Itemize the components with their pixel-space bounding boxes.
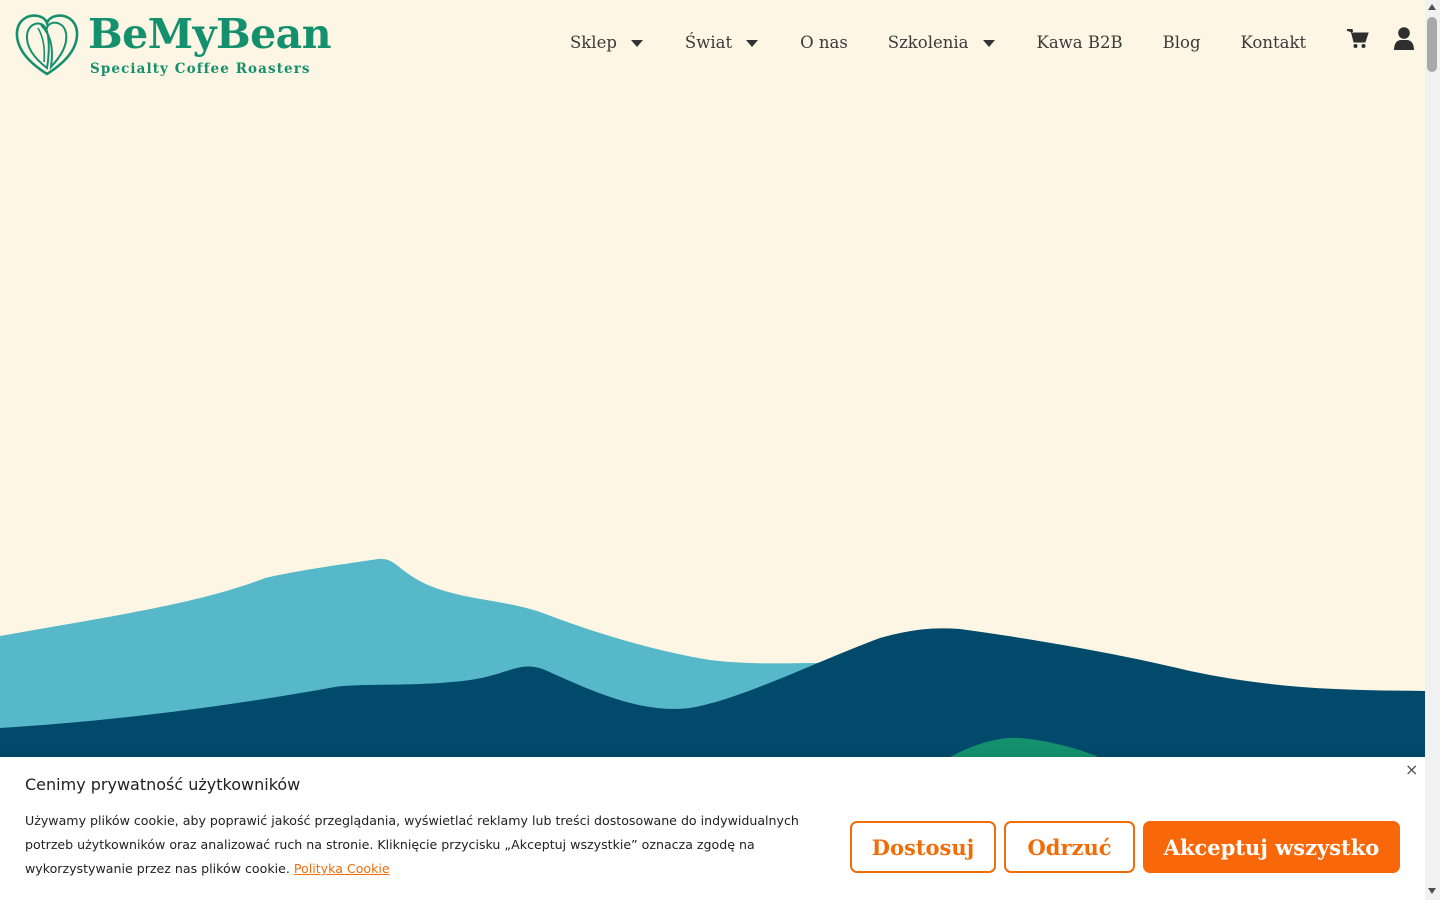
caret-down-icon (982, 40, 995, 47)
scrollbar-thumb[interactable] (1427, 17, 1437, 72)
logo-link[interactable]: BeMyBean Specialty Coffee Roasters (14, 10, 332, 78)
logo-text: BeMyBean Specialty Coffee Roasters (88, 10, 332, 77)
nav-item-szkolenia[interactable]: Szkolenia (888, 33, 995, 52)
nav-item-label: Szkolenia (887, 33, 969, 52)
close-icon[interactable]: × (1405, 760, 1418, 779)
nav-item-label: O nas (800, 33, 848, 52)
scroll-down-arrow-icon[interactable] (1428, 888, 1436, 894)
caret-down-icon (630, 40, 643, 47)
scroll-up-arrow-icon[interactable] (1428, 4, 1436, 10)
nav-item-label: Blog (1162, 33, 1201, 52)
customize-button[interactable]: Dostosuj (850, 821, 996, 873)
cookie-description: Używamy plików cookie, aby poprawić jako… (25, 809, 825, 881)
cookie-title: Cenimy prywatność użytkowników (25, 775, 301, 794)
cart-button[interactable] (1346, 27, 1370, 51)
nav-item-o-nas[interactable]: O nas (800, 33, 848, 52)
nav-item-label: Sklep (570, 33, 617, 52)
cookie-banner: Cenimy prywatność użytkowników Używamy p… (0, 757, 1425, 900)
nav-item-blog[interactable]: Blog (1163, 33, 1201, 52)
coffee-bean-logo-icon (15, 14, 79, 76)
account-button[interactable] (1392, 26, 1416, 51)
user-icon (1394, 26, 1415, 50)
brand-tagline: Specialty Coffee Roasters (90, 61, 311, 77)
nav-item-label: Świat (684, 33, 733, 52)
nav-item-label: Kontakt (1240, 33, 1307, 52)
nav-item-sklep[interactable]: Sklep (570, 33, 643, 52)
page-scrollbar[interactable] (1425, 0, 1440, 900)
nav-item-kontakt[interactable]: Kontakt (1241, 33, 1307, 52)
accept-all-button[interactable]: Akceptuj wszystko (1143, 821, 1400, 873)
cookie-policy-link[interactable]: Polityka Cookie (294, 861, 390, 876)
nav-item-label: Kawa B2B (1036, 33, 1123, 52)
cart-icon (1347, 28, 1369, 48)
nav-item-kawa-b2b[interactable]: Kawa B2B (1037, 33, 1123, 52)
site-header: BeMyBean Specialty Coffee Roasters Sklep… (0, 0, 1425, 95)
reject-button[interactable]: Odrzuć (1004, 821, 1135, 873)
page: BeMyBean Specialty Coffee Roasters Sklep… (0, 0, 1425, 900)
caret-down-icon (746, 40, 759, 47)
nav-item-swiat[interactable]: Świat (684, 33, 759, 52)
cookie-text: Używamy plików cookie, aby poprawić jako… (25, 813, 799, 876)
main-nav: Sklep Świat O nas Szkolenia Kawa B2B Blo… (570, 26, 1416, 52)
brand-name: BeMyBean (88, 10, 332, 58)
hero-hills-illustration (0, 558, 1425, 760)
